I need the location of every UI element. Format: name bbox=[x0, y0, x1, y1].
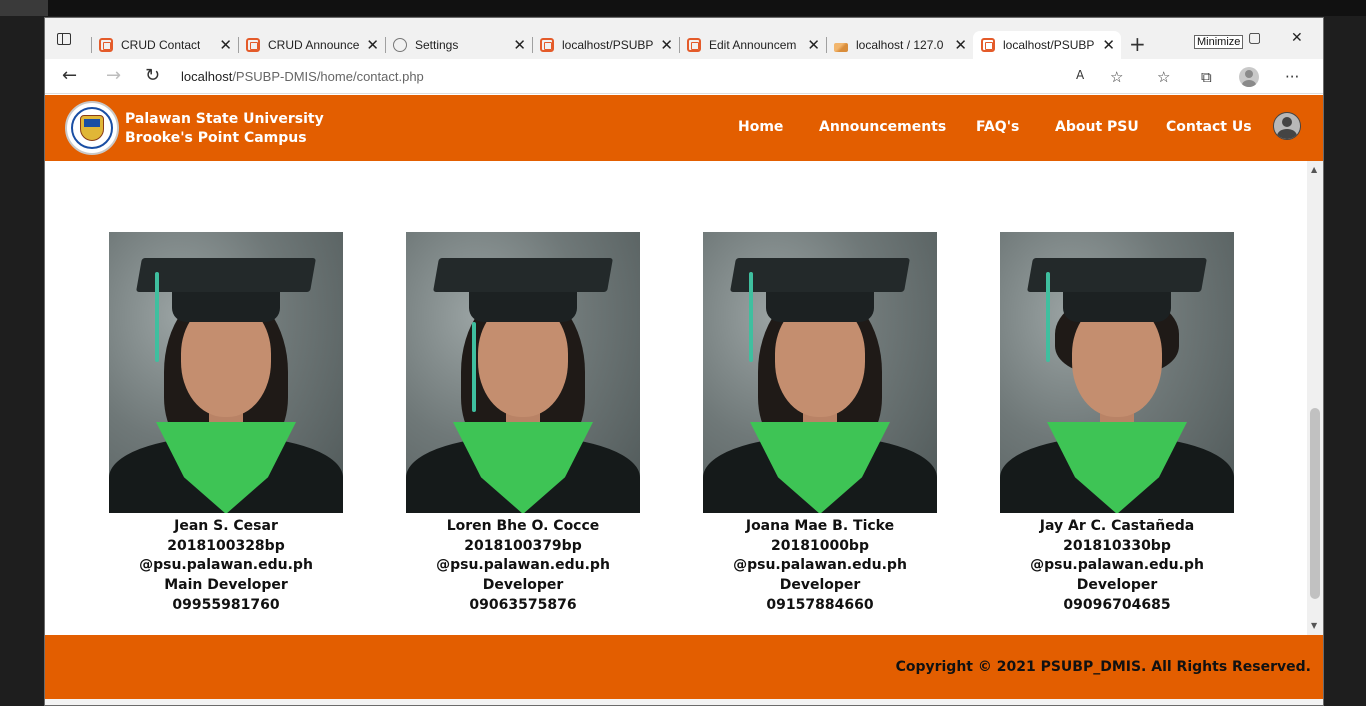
collections-icon[interactable]: ⧉ bbox=[1201, 68, 1212, 86]
url-host: localhost bbox=[181, 69, 233, 84]
tab-label: CRUD Announce bbox=[268, 38, 360, 52]
nav-contact-us[interactable]: Contact Us bbox=[1166, 119, 1252, 135]
url-field[interactable]: i localhost/PSUBP-DMIS/home/contact.php bbox=[181, 62, 1101, 362]
user-account-icon[interactable] bbox=[1273, 112, 1301, 140]
member-name: Jay Ar C. Castañeda bbox=[1039, 518, 1195, 534]
xampp-icon bbox=[246, 38, 260, 52]
tab-edit-announcement[interactable]: Edit Announcem ✕ bbox=[679, 31, 826, 59]
close-icon[interactable]: ✕ bbox=[1102, 36, 1115, 54]
close-icon[interactable]: ✕ bbox=[219, 36, 232, 54]
university-logo[interactable] bbox=[65, 101, 119, 155]
member-phone: 09157884660 bbox=[766, 596, 874, 613]
brand-line1: Palawan State University bbox=[125, 111, 324, 127]
tab-localhost-psubp[interactable]: localhost/PSUBP ✕ bbox=[532, 31, 679, 59]
member-photo bbox=[703, 232, 937, 513]
copyright-text: Copyright © 2021 PSUBP_DMIS. All Rights … bbox=[895, 659, 1311, 675]
member-id: 2018100379bp bbox=[464, 537, 582, 554]
xampp-icon bbox=[99, 38, 113, 52]
xampp-icon bbox=[981, 38, 995, 52]
member-email: @psu.palawan.edu.ph bbox=[436, 557, 610, 574]
desktop-top-strip bbox=[0, 0, 1366, 16]
member-info: Joana Mae B. Ticke 20181000bp @psu.palaw… bbox=[700, 517, 940, 616]
nav-about-psu[interactable]: About PSU bbox=[1055, 119, 1139, 135]
page-scrollbar[interactable]: ▲ ▼ bbox=[1307, 161, 1323, 635]
member-phone: 09063575876 bbox=[469, 596, 577, 613]
nav-faqs[interactable]: FAQ's bbox=[976, 119, 1019, 135]
new-tab-icon[interactable]: + bbox=[1129, 32, 1146, 56]
member-phone: 09955981760 bbox=[172, 596, 280, 613]
favorite-add-icon[interactable]: ☆ bbox=[1110, 68, 1123, 86]
tab-label: CRUD Contact bbox=[121, 38, 201, 52]
close-icon[interactable]: ✕ bbox=[807, 36, 820, 54]
xampp-icon bbox=[540, 38, 554, 52]
refresh-icon[interactable]: ↻ bbox=[145, 65, 160, 86]
url-path: /PSUBP-DMIS/home/contact.php bbox=[232, 69, 424, 84]
brand-title[interactable]: Palawan State University Brooke's Point … bbox=[125, 110, 324, 148]
xampp-icon bbox=[687, 38, 701, 52]
address-bar: ← → ↻ i localhost/PSUBP-DMIS/home/contac… bbox=[45, 59, 1323, 362]
member-role: Developer bbox=[779, 577, 861, 594]
scrollbar-thumb[interactable] bbox=[1310, 408, 1320, 599]
more-icon[interactable]: ··· bbox=[1285, 68, 1299, 86]
member-email: @psu.palawan.edu.ph bbox=[733, 557, 907, 574]
read-aloud-icon[interactable]: A bbox=[1076, 68, 1084, 82]
member-photo bbox=[406, 232, 640, 513]
tab-crud-announce[interactable]: CRUD Announce ✕ bbox=[238, 31, 385, 59]
member-email: @psu.palawan.edu.ph bbox=[1030, 557, 1204, 574]
member-id: 2018100328bp bbox=[167, 537, 285, 554]
close-icon[interactable]: ✕ bbox=[660, 36, 673, 54]
close-icon[interactable]: ✕ bbox=[954, 36, 967, 54]
nav-announcements[interactable]: Announcements bbox=[819, 119, 946, 135]
gear-icon bbox=[393, 38, 407, 52]
member-id: 20181000bp bbox=[771, 537, 869, 554]
forward-icon[interactable]: → bbox=[106, 65, 121, 86]
member-id: 201810330bp bbox=[1063, 537, 1171, 554]
member-phone: 09096704685 bbox=[1063, 596, 1171, 613]
browser-window: CRUD Contact ✕ CRUD Announce ✕ Settings … bbox=[44, 17, 1324, 706]
close-icon[interactable]: ✕ bbox=[513, 36, 526, 54]
site-header: Palawan State University Brooke's Point … bbox=[45, 95, 1323, 161]
tab-label: Settings bbox=[415, 38, 459, 52]
member-info: Jean S. Cesar 2018100328bp @psu.palawan.… bbox=[106, 517, 346, 616]
phpmyadmin-icon bbox=[834, 42, 848, 52]
tab-actions-icon[interactable] bbox=[57, 33, 73, 49]
scroll-up-icon[interactable]: ▲ bbox=[1311, 165, 1317, 174]
member-photo bbox=[109, 232, 343, 513]
minimize-tooltip: Minimize bbox=[1194, 35, 1244, 49]
tab-settings[interactable]: Settings ✕ bbox=[385, 31, 532, 59]
tab-active[interactable]: localhost/PSUBP ✕ bbox=[973, 31, 1121, 59]
member-role: Developer bbox=[482, 577, 564, 594]
member-name: Joana Mae B. Ticke bbox=[745, 518, 895, 534]
tab-label: Edit Announcem bbox=[709, 38, 797, 52]
tab-crud-contact[interactable]: CRUD Contact ✕ bbox=[91, 31, 238, 59]
member-info: Jay Ar C. Castañeda 201810330bp @psu.pal… bbox=[997, 517, 1237, 616]
member-photo bbox=[1000, 232, 1234, 513]
member-role: Developer bbox=[1076, 577, 1158, 594]
maximize-icon[interactable]: ▢ bbox=[1248, 30, 1261, 46]
tab-label: localhost/PSUBP bbox=[562, 38, 654, 52]
member-name: Jean S. Cesar bbox=[174, 518, 278, 534]
scroll-down-icon[interactable]: ▼ bbox=[1311, 621, 1317, 630]
member-info: Loren Bhe O. Cocce 2018100379bp @psu.pal… bbox=[403, 517, 643, 616]
favorites-icon[interactable]: ☆ bbox=[1157, 68, 1170, 86]
member-name: Loren Bhe O. Cocce bbox=[446, 518, 600, 534]
nav-home[interactable]: Home bbox=[738, 119, 783, 135]
desktop-strip-block bbox=[0, 0, 48, 16]
brand-line2: Brooke's Point Campus bbox=[125, 130, 307, 146]
page-viewport: Palawan State University Brooke's Point … bbox=[45, 95, 1323, 705]
tab-label: localhost/PSUBP bbox=[1003, 38, 1095, 52]
profile-icon[interactable] bbox=[1239, 67, 1259, 87]
page-bottom-strip bbox=[45, 699, 1323, 705]
close-icon[interactable]: ✕ bbox=[366, 36, 379, 54]
tab-phpmyadmin[interactable]: localhost / 127.0 ✕ bbox=[826, 31, 973, 59]
tab-label: localhost / 127.0 bbox=[856, 38, 944, 52]
member-role: Main Developer bbox=[164, 577, 288, 594]
back-icon[interactable]: ← bbox=[62, 65, 77, 86]
tab-strip: CRUD Contact ✕ CRUD Announce ✕ Settings … bbox=[45, 18, 1323, 59]
site-footer: Copyright © 2021 PSUBP_DMIS. All Rights … bbox=[45, 635, 1323, 699]
window-close-icon[interactable]: ✕ bbox=[1291, 30, 1303, 46]
member-email: @psu.palawan.edu.ph bbox=[139, 557, 313, 574]
